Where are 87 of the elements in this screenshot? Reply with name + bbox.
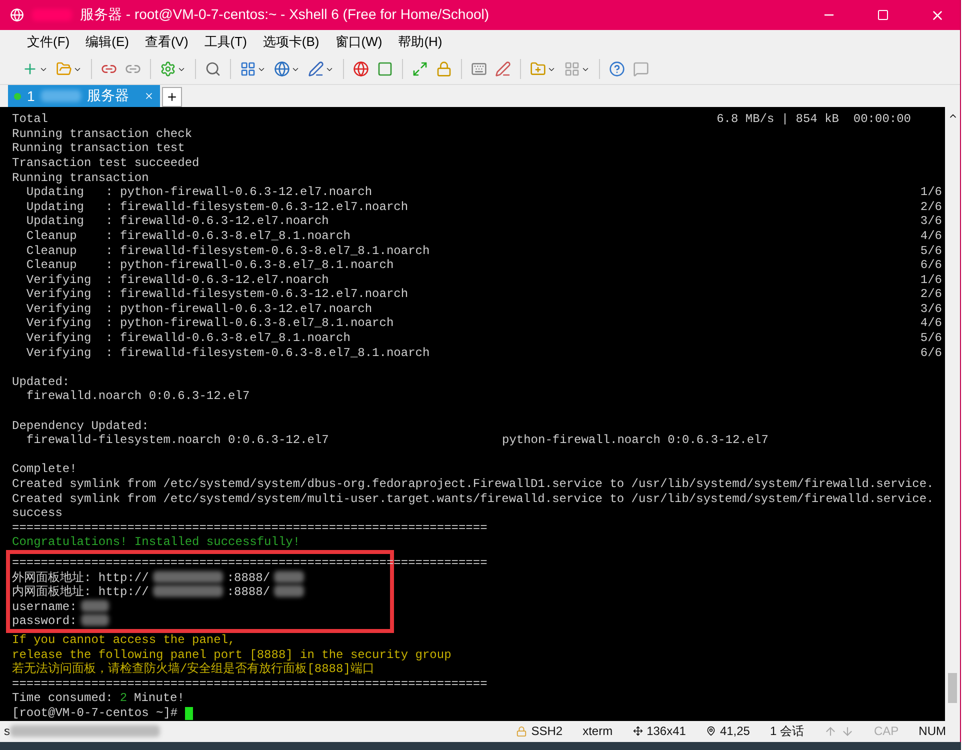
terminal-text: 3/6 <box>920 302 942 316</box>
terminal-text: Cleanup : firewalld-0.6.3-8.el7_8.1.noarch <box>25 228 350 244</box>
terminal-text: firewalld-filesystem.noarch 0:0.6.3-12.el7 <box>25 433 329 448</box>
terminal-text: 5/6 <box>920 331 942 346</box>
redacted-block <box>274 585 304 598</box>
terminal-text: success <box>12 506 62 521</box>
terminal-text: password: <box>12 614 77 629</box>
cursor-block <box>184 706 193 720</box>
terminal-text: Running transaction <box>12 170 149 186</box>
terminal-text: 5/6 <box>920 244 942 258</box>
terminal-text: 内网面板地址: http:// <box>12 585 149 600</box>
terminal-text: :8888/ <box>226 585 270 600</box>
terminal-text: Created symlink from /etc/systemd/system/dbus-org.fedoraproject.FirewallD1.service to /usr/lib/systemd/system/firewalld.service. <box>12 477 934 492</box>
terminal-text: Updated: <box>12 374 70 390</box>
terminal-text: 1/6 <box>920 185 942 200</box>
terminal-text: Total <box>12 112 48 127</box>
terminal-text: Updating : python-firewall-0.6.3-12.el7.noarch <box>25 185 372 200</box>
terminal-text: Time consumed: <box>12 691 113 706</box>
menu-item[interactable]: 查看(V) <box>138 30 196 54</box>
terminal-text: Updating : firewalld-0.6.3-12.el7.noarch <box>25 214 329 229</box>
terminal-text: 外网面板地址: http:// <box>12 570 149 585</box>
session-tab[interactable]: 1 服务器 <box>8 85 160 108</box>
terminal-text: Dependency Updated: <box>12 418 149 434</box>
terminal-text: 6/6 <box>920 258 942 273</box>
window-title: 服务器 - root@VM-0-7-centos:~ - Xshell 6 (Free for Home/School) <box>80 6 490 24</box>
terminal-text: Verifying : python-firewall-0.6.3-8.el7_8.1.noarch <box>25 316 394 332</box>
new-tab-button[interactable] <box>162 87 182 108</box>
terminal-text: Running transaction test <box>12 141 185 156</box>
scrollbar-thumb[interactable] <box>948 672 957 702</box>
size-status: 136x41 <box>632 724 686 738</box>
pin-icon <box>706 726 716 736</box>
terminal-text: Congratulations! Installed successfully! <box>12 535 300 550</box>
terminal-text: ================================================================== <box>12 520 488 536</box>
terminal-text: If you cannot access the panel, <box>12 632 236 648</box>
terminal-text: Complete! <box>12 462 77 477</box>
terminal-text: 若无法访问面板，请检查防火墙/安全组是否有放行面板[8888]端口 <box>12 662 374 677</box>
terminal-type-status: xterm <box>582 724 613 738</box>
terminal-text: 6.8 MB/s | 854 kB 00:00:00 <box>716 112 911 127</box>
terminal-text: Verifying : python-firewall-0.6.3-12.el7.noarch <box>25 302 372 316</box>
cursor-status: 41,25 <box>706 724 750 738</box>
terminal-text: 1/6 <box>920 272 942 288</box>
terminal-text: Running transaction check <box>12 126 192 142</box>
terminal-text: Verifying : firewalld-filesystem-0.6.3-8.el7_8.1.noarch <box>25 346 430 360</box>
close-icon[interactable] <box>144 91 154 102</box>
status-dot-icon <box>14 92 21 100</box>
terminal-text: username: <box>12 600 77 614</box>
terminal-text: Created symlink from /etc/systemd/system/multi-user.target.wants/firewalld.service to /usr/lib/systemd/system/firewalld.service. <box>12 492 934 506</box>
status-text: s <box>4 724 10 738</box>
terminal-text: Verifying : firewalld-0.6.3-12.el7.noarch <box>25 272 329 288</box>
resize-icon <box>632 726 643 736</box>
menu-item[interactable]: 选项卡(B) <box>256 30 326 54</box>
terminal-text: Verifying : firewalld-filesystem-0.6.3-12.el7.noarch <box>25 287 408 302</box>
terminal-text: 4/6 <box>920 316 942 332</box>
terminal-text: Minute! <box>134 691 184 706</box>
terminal-text: 6/6 <box>920 346 942 360</box>
menu-item[interactable]: 工具(T) <box>197 30 254 54</box>
num-lock-status: NUM <box>918 724 946 738</box>
terminal-text: Verifying : firewalld-0.6.3-8.el7_8.1.noarch <box>25 331 350 346</box>
menu-item[interactable]: 窗口(W) <box>328 30 390 54</box>
menu-item[interactable]: 帮助(H) <box>391 30 450 54</box>
menu-item[interactable]: 文件(F) <box>20 30 77 54</box>
redacted-block <box>274 570 304 583</box>
terminal-text: 2/6 <box>920 287 942 302</box>
terminal-text: Updating : firewalld-filesystem-0.6.3-12.el7.noarch <box>25 200 408 214</box>
terminal-text: :8888/ <box>226 570 270 586</box>
terminal-text: 2/6 <box>920 200 942 214</box>
terminal-text: Cleanup : firewalld-filesystem-0.6.3-8.el7_8.1.noarch <box>25 244 430 258</box>
arrow-icon <box>824 724 854 738</box>
app-logo-icon <box>10 8 24 22</box>
maximize-icon <box>877 9 889 21</box>
terminal-text: Transaction test succeeded <box>12 156 200 171</box>
terminal-text: 3/6 <box>920 214 942 229</box>
terminal-text: Cleanup : python-firewall-0.6.3-8.el7_8.1.noarch <box>25 258 394 273</box>
plus-icon <box>166 91 178 104</box>
terminal-text: firewalld.noarch 0:0.6.3-12.el7 <box>25 389 250 404</box>
terminal-text: 4/6 <box>920 228 942 244</box>
caps-lock-status: CAP <box>874 724 899 738</box>
redacted-block <box>40 90 81 102</box>
terminal-text: python-firewall.noarch 0:0.6.3-12.el7 <box>502 433 768 448</box>
lock-icon <box>516 726 528 737</box>
prompt-text: [root@VM-0-7-centos ~]# <box>12 706 178 720</box>
sessions-status: 1 会话 <box>770 722 804 740</box>
terminal-text: ================================================================== <box>12 676 488 692</box>
protocol-status: SSH2 <box>516 724 563 738</box>
terminal-number: 2 <box>120 691 128 706</box>
terminal-text: release the following panel port [8888] in the security group <box>12 648 452 662</box>
menu-item[interactable]: 编辑(E) <box>78 30 136 54</box>
